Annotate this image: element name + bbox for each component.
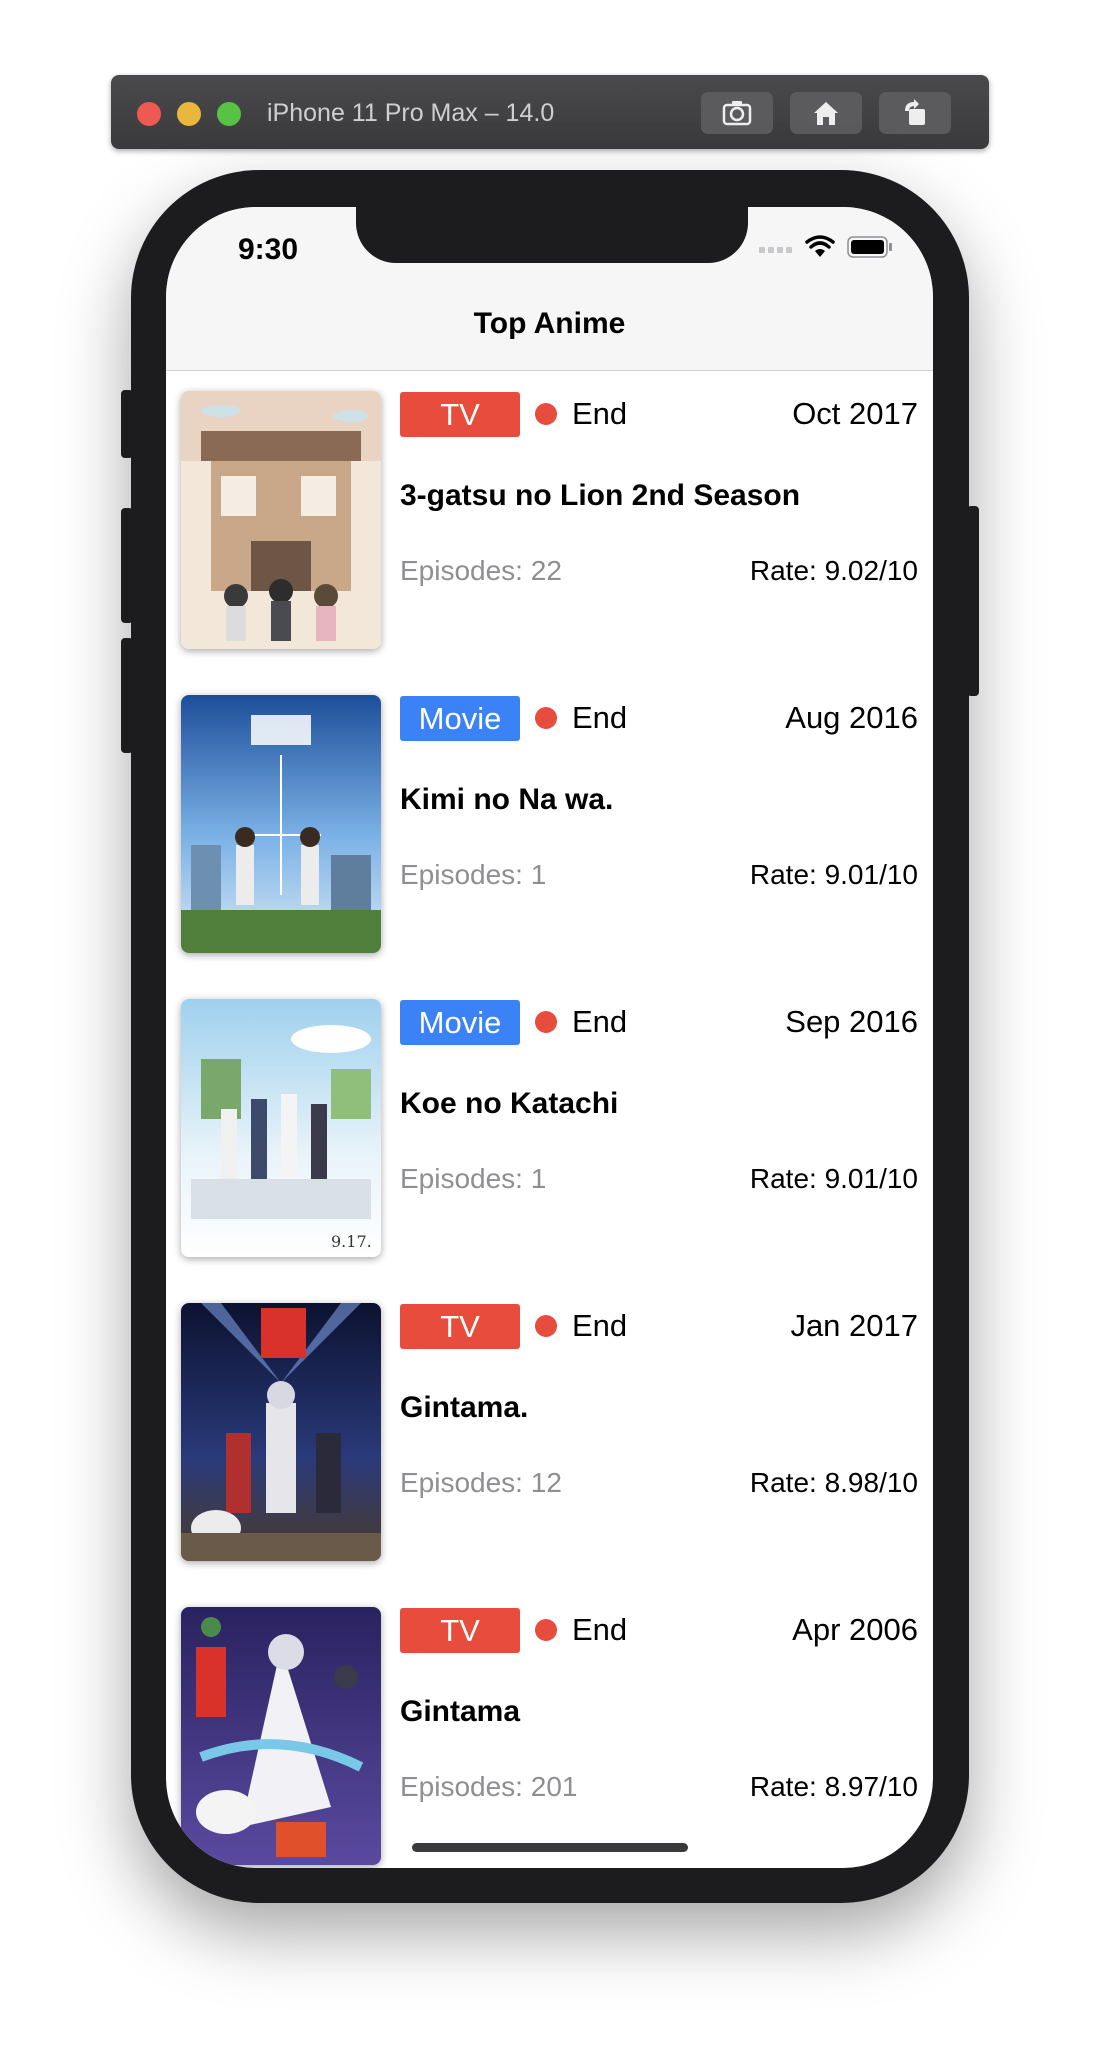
anime-poster-image (181, 1303, 381, 1561)
screenshot-button[interactable] (701, 92, 773, 134)
type-badge: TV (400, 392, 520, 437)
episodes-count: Episodes: 12 (400, 1467, 562, 1498)
home-indicator[interactable] (412, 1843, 688, 1852)
anime-title: Gintama (400, 1695, 521, 1728)
rating: Rate: 9.01/10 (749, 1163, 918, 1194)
rotate-button[interactable] (879, 92, 951, 134)
type-badge: Movie (400, 1000, 520, 1045)
status-indicator-dot (535, 403, 557, 425)
wifi-icon (805, 235, 835, 257)
air-date: Jan 2017 (790, 1308, 918, 1343)
notch (356, 207, 748, 263)
air-date: Oct 2017 (792, 396, 918, 431)
home-icon (814, 102, 838, 125)
list-item[interactable]: 9.17. Movie End Sep 2016 Koe no Katachi … (166, 979, 933, 1283)
anime-poster-image (181, 1607, 381, 1865)
rating: Rate: 9.02/10 (749, 555, 918, 586)
anime-list[interactable]: TV End Oct 2017 3-gatsu no Lion 2nd Seas… (166, 371, 933, 1868)
status-time: 9:30 (238, 233, 299, 266)
anime-poster-image (181, 695, 381, 953)
status-indicator-dot (535, 1315, 557, 1337)
type-badge: Movie (400, 696, 520, 741)
rating: Rate: 8.98/10 (749, 1467, 918, 1498)
svg-text:9.17.: 9.17. (331, 1232, 372, 1251)
status-indicator-dot (535, 1619, 557, 1641)
air-date: Apr 2006 (792, 1612, 918, 1647)
home-button[interactable] (790, 92, 862, 134)
camera-icon (722, 101, 752, 126)
anime-title: Koe no Katachi (400, 1087, 619, 1120)
anime-poster-image: 9.17. (181, 999, 381, 1257)
status-label: End (572, 1004, 628, 1039)
mute-switch (121, 390, 133, 458)
close-window-button[interactable] (137, 102, 161, 126)
status-label: End (572, 1612, 628, 1647)
zoom-window-button[interactable] (217, 102, 241, 126)
anime-title: Gintama. (400, 1391, 529, 1424)
list-item[interactable]: TV End Oct 2017 3-gatsu no Lion 2nd Seas… (166, 371, 933, 675)
episodes-count: Episodes: 22 (400, 555, 562, 586)
list-item[interactable]: Movie End Aug 2016 Kimi no Na wa. Episod… (166, 675, 933, 979)
type-badge: TV (400, 1304, 520, 1349)
phone-screen: 9:30 Top Anime TV End Oct 2017 3-gatsu n… (166, 207, 933, 1868)
anime-title: Kimi no Na wa. (400, 783, 614, 816)
type-badge: TV (400, 1608, 520, 1653)
status-label: End (572, 700, 628, 735)
simulator-toolbar: iPhone 11 Pro Max – 14.0 (111, 75, 989, 149)
anime-poster-image (181, 391, 381, 649)
episodes-count: Episodes: 1 (400, 1163, 547, 1194)
battery-icon (847, 236, 892, 258)
volume-up-button (121, 508, 133, 623)
rotate-icon (905, 99, 925, 125)
episodes-count: Episodes: 1 (400, 859, 547, 890)
status-label: End (572, 1308, 628, 1343)
status-icons (759, 235, 893, 259)
status-indicator-dot (535, 1011, 557, 1033)
episodes-count: Episodes: 201 (400, 1771, 578, 1802)
cellular-signal-icon (759, 247, 792, 253)
rating: Rate: 9.01/10 (749, 859, 918, 890)
rating: Rate: 8.97/10 (749, 1771, 918, 1802)
volume-down-button (121, 638, 133, 753)
power-button (967, 506, 979, 696)
page-title: Top Anime (473, 307, 626, 340)
air-date: Aug 2016 (785, 700, 918, 735)
status-label: End (572, 396, 628, 431)
list-item[interactable]: TV End Apr 2006 Gintama Episodes: 201 Ra… (166, 1587, 933, 1868)
simulator-title: iPhone 11 Pro Max – 14.0 (267, 99, 555, 127)
air-date: Sep 2016 (785, 1004, 918, 1039)
list-item[interactable]: TV End Jan 2017 Gintama. Episodes: 12 Ra… (166, 1283, 933, 1587)
status-indicator-dot (535, 707, 557, 729)
anime-title: 3-gatsu no Lion 2nd Season (400, 479, 801, 512)
minimize-window-button[interactable] (177, 102, 201, 126)
